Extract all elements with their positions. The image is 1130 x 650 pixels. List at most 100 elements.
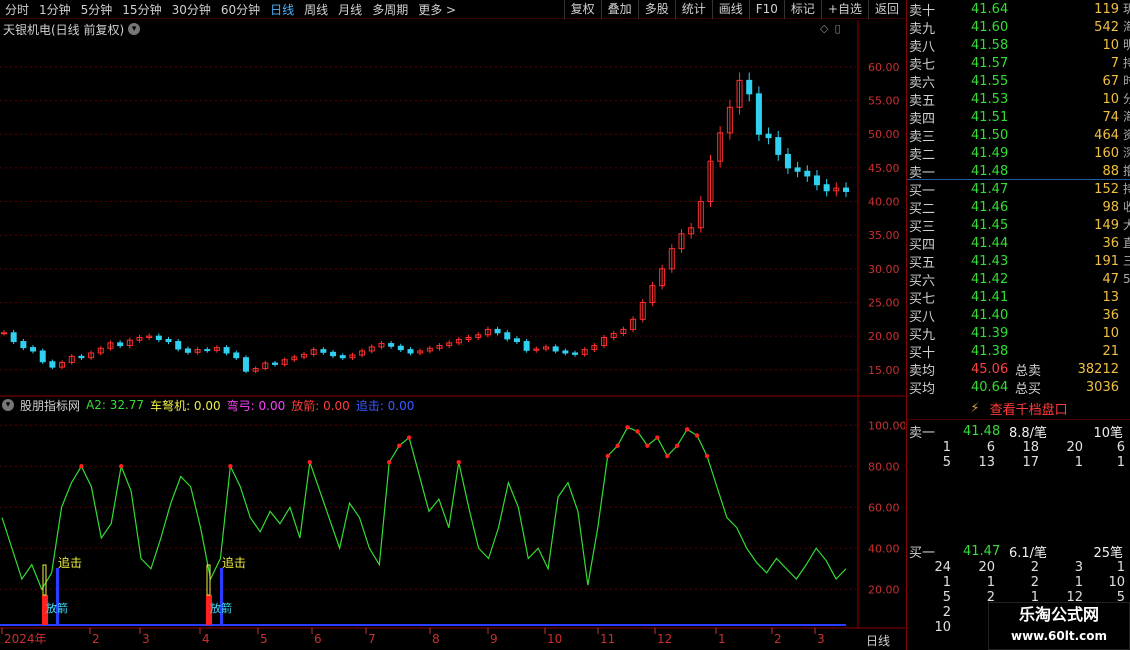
ob-price: 41.60 bbox=[971, 19, 1009, 35]
chevron-down-icon[interactable]: ▾ bbox=[2, 399, 14, 411]
ask-row[interactable]: 卖八 41.58 10 bbox=[907, 36, 1121, 55]
candle-body bbox=[165, 339, 172, 343]
bid-row[interactable]: 买十 41.38 21 bbox=[907, 342, 1121, 361]
depth-buy-label: 买一 bbox=[909, 545, 936, 561]
wangong-value: 弯弓: 0.00 bbox=[226, 398, 286, 413]
a2-value: A2: 32.77 bbox=[86, 398, 145, 412]
main-chart[interactable]: 60.00 55.00 50.00 45.00 40.00 35.00 30.00 25.00… bbox=[0, 0, 905, 650]
bid-row[interactable]: 买八 41.40 36 bbox=[907, 306, 1121, 325]
ob-price: 41.43 bbox=[971, 253, 1009, 269]
ob-price: 41.50 bbox=[971, 127, 1009, 143]
side-strip-char: 撸 bbox=[1123, 164, 1130, 178]
ob-level-label: 卖六 bbox=[909, 75, 936, 91]
candle-body bbox=[823, 184, 830, 192]
bid-row[interactable]: 买九 41.39 10 bbox=[907, 324, 1121, 343]
bid-row[interactable]: 买六 41.42 47 bbox=[907, 270, 1121, 289]
ob-volume: 10 bbox=[1102, 91, 1119, 107]
depth-cell: 6 bbox=[1116, 440, 1125, 455]
depth-buy-price: 41.47 bbox=[963, 543, 1001, 559]
overbought-dot bbox=[605, 453, 610, 459]
ask-row[interactable]: 卖六 41.55 67 bbox=[907, 72, 1121, 91]
total-buy-label: 总买 bbox=[1015, 381, 1042, 397]
overbought-dot bbox=[387, 459, 392, 465]
depth-cell: 2 bbox=[942, 605, 951, 620]
ob-level-label: 卖七 bbox=[909, 57, 936, 73]
ob-level-label: 买十 bbox=[909, 345, 936, 361]
zhuiji-signal-label: 追击 bbox=[58, 555, 82, 570]
ask-row[interactable]: 卖一 41.48 88 bbox=[907, 162, 1121, 181]
depth-cell: 5 bbox=[942, 455, 951, 470]
ob-price: 41.41 bbox=[971, 289, 1009, 305]
price-tick-label: 35.00 bbox=[868, 229, 900, 242]
overbought-dot bbox=[456, 459, 461, 465]
bid-row[interactable]: 买二 41.46 98 bbox=[907, 198, 1121, 217]
bid-row[interactable]: 买一 41.47 152 bbox=[907, 180, 1121, 199]
total-buy-value: 3036 bbox=[1085, 379, 1119, 395]
ob-level-label: 卖二 bbox=[909, 147, 936, 163]
ob-volume: 10 bbox=[1102, 37, 1119, 53]
ob-volume: 149 bbox=[1094, 217, 1119, 233]
view-depth-button[interactable]: ⚡ 查看千档盘口 bbox=[907, 398, 1130, 420]
price-tick-label: 20.00 bbox=[868, 330, 900, 343]
ob-price: 41.53 bbox=[971, 91, 1009, 107]
ob-volume: 67 bbox=[1102, 73, 1119, 89]
ob-price: 41.39 bbox=[971, 325, 1009, 341]
date-tick-label: 4 bbox=[202, 632, 210, 646]
overbought-dot bbox=[118, 464, 124, 469]
ask-row[interactable]: 卖五 41.53 10 bbox=[907, 90, 1121, 109]
bid-row[interactable]: 买三 41.45 149 bbox=[907, 216, 1121, 235]
candle-body bbox=[184, 348, 191, 353]
candle-body bbox=[117, 342, 124, 347]
lightning-icon: ⚡ bbox=[970, 401, 980, 416]
ask-row[interactable]: 卖七 41.57 7 bbox=[907, 54, 1121, 73]
avg-sell-label: 卖均 bbox=[909, 363, 936, 379]
ob-price: 41.57 bbox=[971, 55, 1009, 71]
date-tick-label: 3 bbox=[817, 632, 825, 646]
side-strip-char: 直 bbox=[1123, 236, 1130, 250]
ob-price: 41.46 bbox=[971, 199, 1009, 215]
depth-cell: 18 bbox=[1022, 440, 1039, 455]
indicator-tick-label: 60.00 bbox=[868, 501, 900, 514]
ask-row[interactable]: 卖四 41.51 74 bbox=[907, 108, 1121, 127]
watermark-url: www.60lt.com bbox=[1010, 629, 1108, 643]
depth-cell: 20 bbox=[1066, 440, 1083, 455]
watermark-logo: 乐淘公式网 www.60lt.com bbox=[988, 602, 1130, 650]
candle-body bbox=[504, 332, 511, 340]
indicator-tick-label: 100.00 bbox=[868, 419, 905, 432]
overbought-dot bbox=[406, 435, 412, 440]
stock-app-window: 分时 1分钟 5分钟 15分钟 30分钟 60分钟 日线 周线 月线 多周期 更多 > 复权 叠加 多股统… bbox=[0, 0, 1130, 650]
depth-sell-price: 41.48 bbox=[963, 423, 1001, 439]
candle-body bbox=[562, 350, 569, 354]
bid-row[interactable]: 买四 41.44 36 bbox=[907, 234, 1121, 253]
ask-row[interactable]: 卖九 41.60 542 bbox=[907, 18, 1121, 37]
depth-cell: 1 bbox=[942, 575, 951, 590]
ask-row[interactable]: 卖二 41.49 160 bbox=[907, 144, 1121, 163]
ob-price: 41.58 bbox=[971, 37, 1009, 53]
indicator-name[interactable]: 股朋指标网 bbox=[20, 397, 80, 414]
bid-row[interactable]: 买七 41.41 13 bbox=[907, 288, 1121, 307]
candle-body bbox=[813, 175, 820, 186]
chejiji-bar bbox=[42, 564, 47, 596]
price-tick-label: 60.00 bbox=[868, 61, 900, 74]
news-side-strip[interactable]: 玥海明持时分海资深撸持收大直三5 bbox=[1123, 0, 1130, 380]
price-tick-label: 50.00 bbox=[868, 128, 900, 141]
ob-price: 41.47 bbox=[971, 181, 1009, 197]
date-tick-label: 6 bbox=[314, 632, 322, 646]
side-strip-char: 5 bbox=[1123, 272, 1130, 286]
overbought-dot bbox=[228, 464, 233, 469]
fangjian-value: 放箭: 0.00 bbox=[291, 398, 350, 413]
ask-row[interactable]: 卖三 41.50 464 bbox=[907, 126, 1121, 145]
bid-row[interactable]: 买五 41.43 191 bbox=[907, 252, 1121, 271]
period-label[interactable]: 日线 bbox=[866, 632, 890, 649]
ob-price: 41.42 bbox=[971, 271, 1009, 287]
ob-volume: 191 bbox=[1094, 253, 1119, 269]
total-sell-value: 38212 bbox=[1077, 361, 1119, 377]
ob-volume: 74 bbox=[1102, 109, 1119, 125]
ask-row[interactable]: 卖十 41.64 119 bbox=[907, 0, 1121, 19]
candle-body bbox=[513, 338, 520, 343]
ob-volume: 36 bbox=[1102, 235, 1119, 251]
ob-price: 41.49 bbox=[971, 145, 1009, 161]
overbought-dot bbox=[635, 429, 640, 434]
side-strip-char: 收 bbox=[1123, 200, 1130, 214]
ob-volume: 160 bbox=[1094, 145, 1119, 161]
